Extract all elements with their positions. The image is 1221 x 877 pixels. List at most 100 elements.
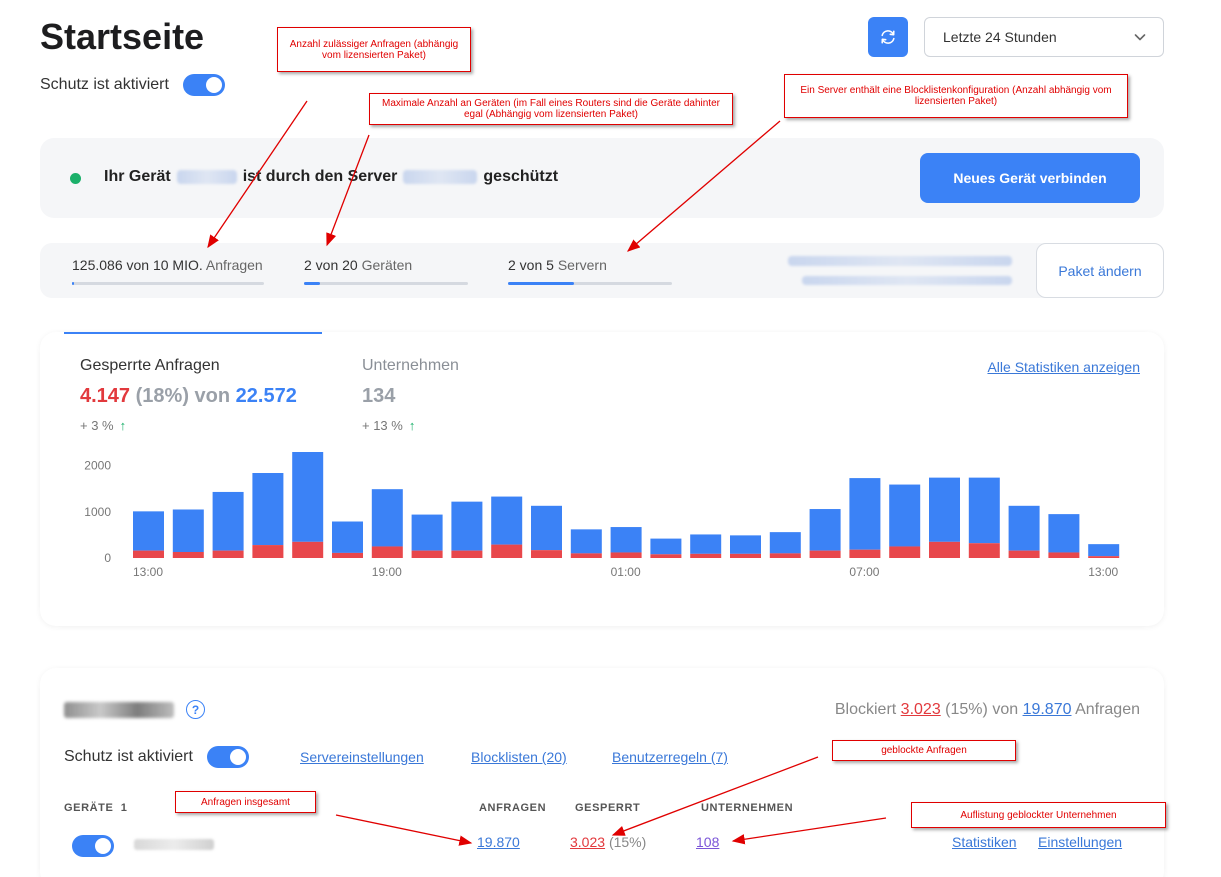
bar-blocked-requests[interactable] — [1088, 556, 1120, 558]
bar-blocked-requests[interactable] — [849, 549, 881, 558]
bar-total-requests[interactable] — [133, 511, 164, 551]
bar-blocked-requests[interactable] — [889, 546, 921, 558]
bar-blocked-requests[interactable] — [650, 554, 682, 558]
blocklists-link[interactable]: Blocklisten (20) — [471, 749, 567, 765]
bar-total-requests[interactable] — [252, 473, 284, 546]
bar-blocked-requests[interactable] — [172, 551, 204, 558]
column-devices-count: 1 — [120, 802, 128, 814]
user-rules-link[interactable]: Benutzerregeln (7) — [612, 749, 728, 765]
page-title: Startseite — [40, 16, 205, 57]
bar-blocked-requests[interactable] — [1008, 550, 1040, 558]
row-blocked-link[interactable]: 3.023 — [570, 834, 605, 850]
server-name-redacted — [64, 702, 174, 718]
blocked-requests-figure: 4.147 (18%) von 22.572 — [80, 385, 297, 408]
bar-blocked-requests[interactable] — [730, 553, 761, 558]
annotation-note: Anfragen insgesamt — [175, 791, 316, 813]
bar-total-requests[interactable] — [849, 478, 881, 550]
all-statistics-link[interactable]: Alle Statistiken anzeigen — [987, 359, 1140, 375]
usage-requests-unit: Anfragen — [205, 257, 263, 273]
bar-total-requests[interactable] — [411, 514, 443, 551]
change-package-button[interactable]: Paket ändern — [1036, 243, 1164, 298]
bar-total-requests[interactable] — [1008, 505, 1040, 551]
blocked-count: 4.147 — [80, 385, 131, 407]
row-companies-link[interactable]: 108 — [696, 834, 719, 850]
usage-requests-value: 125.086 von 10 MIO. — [72, 257, 203, 273]
blocked-of-label: von — [194, 385, 231, 407]
help-icon[interactable]: ? — [186, 700, 205, 719]
bar-blocked-requests[interactable] — [133, 550, 164, 558]
server-protection-status: Schutz ist aktiviert — [64, 746, 249, 768]
server-blocked-percent: (15%) — [945, 701, 988, 718]
device-status-text: Ihr Gerät ist durch den Server geschützt — [104, 168, 558, 186]
bar-blocked-requests[interactable] — [371, 546, 403, 558]
bar-blocked-requests[interactable] — [212, 550, 244, 558]
server-blocked-of: von — [992, 701, 1019, 718]
server-blocked-link[interactable]: 3.023 — [901, 701, 941, 718]
protection-toggle[interactable] — [182, 74, 225, 96]
bar-blocked-requests[interactable] — [491, 544, 523, 558]
row-settings-link[interactable]: Einstellungen — [1038, 834, 1122, 850]
bar-total-requests[interactable] — [929, 477, 960, 542]
bar-blocked-requests[interactable] — [769, 553, 801, 558]
bar-blocked-requests[interactable] — [411, 550, 443, 558]
annotation-note: Ein Server enthält eine Blocklistenkonfi… — [784, 74, 1128, 118]
arrow-up-icon: ↑ — [119, 418, 127, 433]
server-protection-toggle[interactable] — [206, 746, 249, 768]
bar-blocked-requests[interactable] — [968, 543, 1000, 558]
device-status-suffix: geschützt — [483, 168, 559, 185]
bar-total-requests[interactable] — [491, 496, 523, 545]
bar-total-requests[interactable] — [809, 509, 841, 551]
bar-total-requests[interactable] — [1088, 544, 1120, 557]
bar-blocked-requests[interactable] — [809, 550, 841, 558]
bar-total-requests[interactable] — [292, 452, 324, 542]
bar-blocked-requests[interactable] — [332, 552, 363, 558]
server-settings-link[interactable]: Servereinstellungen — [300, 749, 424, 765]
device-status-card: Ihr Gerät ist durch den Server geschützt… — [40, 138, 1164, 218]
blocked-percent: (18%) — [135, 385, 189, 407]
bar-blocked-requests[interactable] — [252, 545, 284, 558]
bar-total-requests[interactable] — [730, 535, 761, 554]
bar-blocked-requests[interactable] — [570, 553, 602, 558]
bar-blocked-requests[interactable] — [451, 550, 483, 558]
bar-total-requests[interactable] — [968, 477, 1000, 544]
time-range-select[interactable]: Letzte 24 Stunden — [924, 17, 1164, 57]
annotation-note: geblockte Anfragen — [832, 740, 1016, 761]
connect-new-device-button[interactable]: Neues Gerät verbinden — [920, 153, 1140, 203]
device-toggle[interactable] — [72, 835, 114, 857]
server-requests-link[interactable]: 19.870 — [1023, 701, 1072, 718]
bar-blocked-requests[interactable] — [1048, 552, 1080, 558]
bar-total-requests[interactable] — [371, 489, 403, 547]
row-statistics-link[interactable]: Statistiken — [952, 834, 1017, 850]
bar-total-requests[interactable] — [1048, 514, 1080, 553]
bar-total-requests[interactable] — [690, 534, 722, 554]
row-requests-link[interactable]: 19.870 — [477, 834, 520, 850]
bar-total-requests[interactable] — [650, 538, 682, 555]
tab-blocked-requests[interactable]: Gesperrte Anfragen — [80, 357, 220, 375]
tab-companies[interactable]: Unternehmen — [362, 357, 459, 375]
bar-total-requests[interactable] — [889, 484, 921, 547]
bar-total-requests[interactable] — [769, 532, 801, 554]
bar-total-requests[interactable] — [172, 509, 204, 552]
bar-total-requests[interactable] — [332, 521, 363, 553]
column-header-devices: GERÄTE 1 — [64, 802, 127, 814]
package-name-redacted — [788, 256, 1012, 266]
usage-devices: 2 von 20 Geräten — [304, 257, 412, 273]
annotation-note: Maximale Anzahl an Geräten (im Fall eine… — [369, 93, 733, 125]
bar-blocked-requests[interactable] — [929, 541, 960, 558]
bar-total-requests[interactable] — [451, 501, 483, 551]
bar-blocked-requests[interactable] — [531, 550, 562, 558]
bar-blocked-requests[interactable] — [610, 552, 642, 558]
bar-total-requests[interactable] — [531, 505, 562, 551]
bar-blocked-requests[interactable] — [292, 541, 324, 558]
bar-blocked-requests[interactable] — [690, 553, 722, 558]
refresh-button[interactable] — [868, 17, 908, 57]
y-tick-label: 2000 — [84, 459, 111, 473]
annotation-note: Auflistung geblockter Unternehmen — [911, 802, 1166, 828]
bar-total-requests[interactable] — [212, 491, 244, 551]
bar-total-requests[interactable] — [610, 527, 642, 553]
bar-total-requests[interactable] — [570, 529, 602, 554]
server-name-redacted — [403, 170, 478, 184]
status-dot-icon — [70, 173, 81, 184]
column-header-requests: ANFRAGEN — [479, 802, 547, 814]
device-row-name-redacted — [134, 839, 214, 850]
